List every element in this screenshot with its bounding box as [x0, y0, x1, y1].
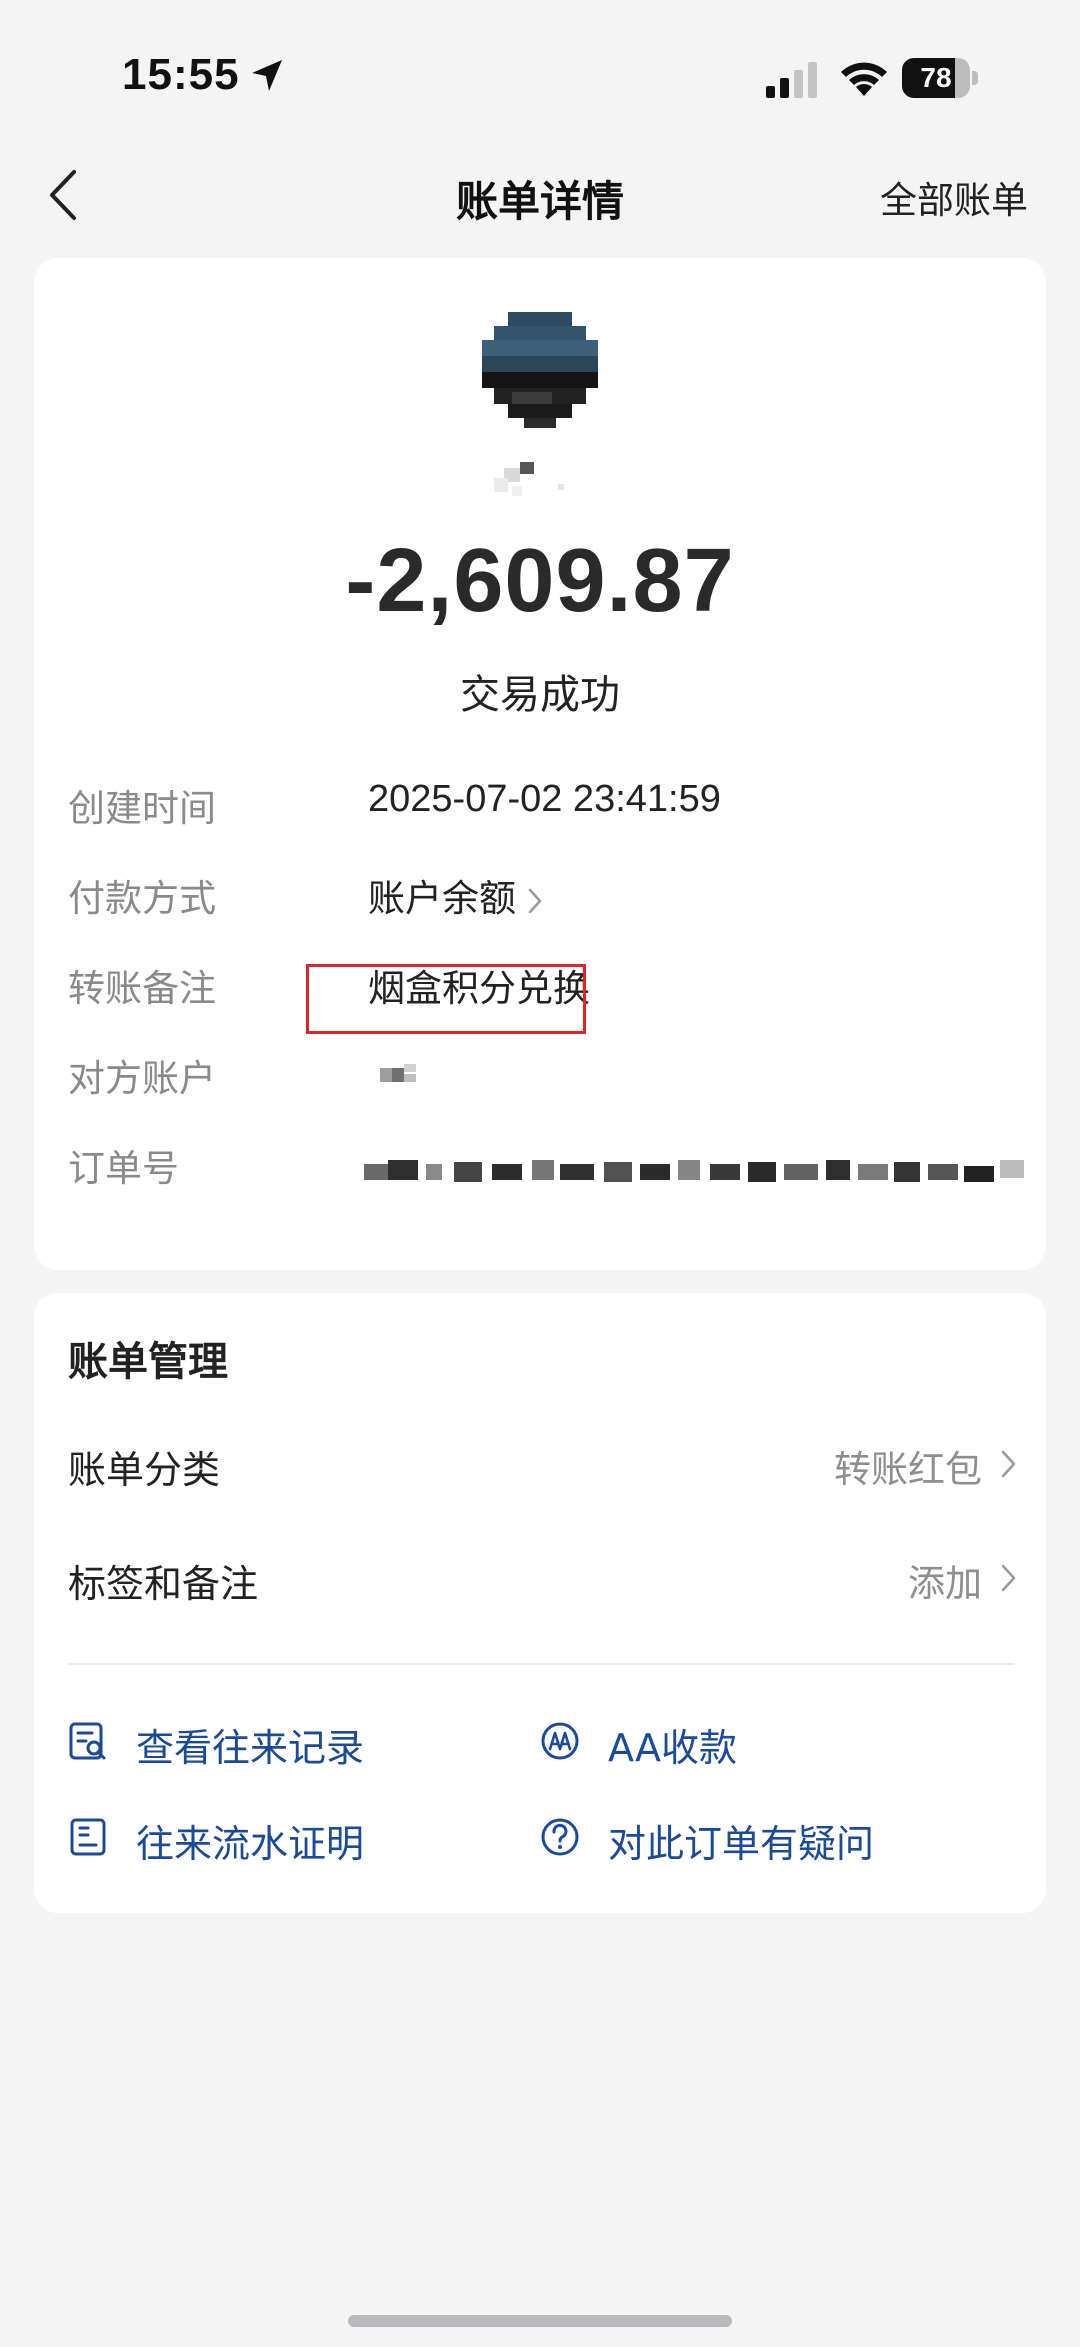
- row-value: 账户余额: [368, 877, 516, 920]
- status-bar: 15:55 78: [0, 0, 1080, 150]
- row-label: 订单号: [68, 1147, 179, 1190]
- payment-method-value[interactable]: 账户余额: [368, 868, 544, 922]
- tags-notes-row[interactable]: 标签和备注 添加: [68, 1553, 1018, 1617]
- counterparty-account-mosaic: [380, 1064, 416, 1082]
- transaction-amount: -2,609.87: [345, 531, 735, 631]
- chevron-right-icon: [1001, 1450, 1016, 1478]
- order-question-button[interactable]: 对此订单有疑问: [540, 1813, 960, 1869]
- payee-name-mosaic: [494, 462, 564, 496]
- detail-row-created-time: 创建时间 2025-07-02 23:41:59: [68, 778, 1008, 838]
- bill-management-card: 账单管理 账单分类 转账红包 标签和备注 添加 查看往来记录 AA收款 往来流水…: [34, 1293, 1046, 1913]
- all-bills-link[interactable]: 全部账单: [880, 170, 1028, 224]
- action-label: 对此订单有疑问: [608, 1822, 875, 1866]
- detail-row-order-number: 订单号: [68, 1138, 1024, 1198]
- chevron-right-icon: [528, 888, 542, 913]
- detail-row-counterparty-account: 对方账户: [68, 1048, 1008, 1108]
- bill-detail-card: -2,609.87 交易成功 创建时间 2025-07-02 23:41:59 …: [34, 258, 1046, 1270]
- row-label: 对方账户: [68, 1057, 216, 1100]
- transaction-proof-button[interactable]: 往来流水证明: [68, 1813, 488, 1869]
- section-title: 账单管理: [68, 1339, 228, 1385]
- row-label: 付款方式: [68, 877, 216, 920]
- note-highlight-box: [306, 964, 586, 1034]
- row-value: 2025-07-02 23:41:59: [368, 778, 721, 820]
- detail-row-payment-method[interactable]: 付款方式 账户余额: [68, 868, 1008, 928]
- status-time: 15:55: [122, 50, 240, 99]
- location-arrow-icon: [252, 60, 282, 91]
- transaction-status: 交易成功: [460, 672, 620, 718]
- action-label: 往来流水证明: [136, 1822, 365, 1866]
- navigation-bar: 账单详情 全部账单: [0, 150, 1080, 240]
- question-icon: [541, 1818, 579, 1856]
- aa-collect-button[interactable]: AA收款: [540, 1717, 960, 1773]
- battery-percentage: 78: [920, 62, 952, 93]
- row-value: 添加: [908, 1562, 982, 1605]
- order-number-mosaic: [364, 1160, 1024, 1182]
- row-label: 账单分类: [68, 1448, 221, 1492]
- row-label: 标签和备注: [68, 1562, 259, 1606]
- bill-category-row[interactable]: 账单分类 转账红包: [68, 1439, 1018, 1503]
- view-history-button[interactable]: 查看往来记录: [68, 1717, 488, 1773]
- cellular-signal-icon: [766, 62, 817, 98]
- search-record-icon: [69, 1722, 106, 1760]
- battery-indicator: 78: [902, 58, 978, 98]
- home-indicator[interactable]: [348, 2315, 732, 2327]
- row-value: 转账红包: [834, 1448, 982, 1491]
- wifi-icon: [841, 62, 887, 96]
- action-label: AA收款: [608, 1726, 738, 1770]
- avatar: [482, 312, 598, 428]
- row-label: 转账备注: [68, 967, 216, 1010]
- action-label: 查看往来记录: [136, 1726, 365, 1770]
- row-label: 创建时间: [68, 787, 216, 830]
- aa-icon: [541, 1722, 579, 1760]
- document-icon: [70, 1818, 106, 1856]
- divider: [68, 1663, 1014, 1665]
- chevron-right-icon: [1001, 1564, 1016, 1592]
